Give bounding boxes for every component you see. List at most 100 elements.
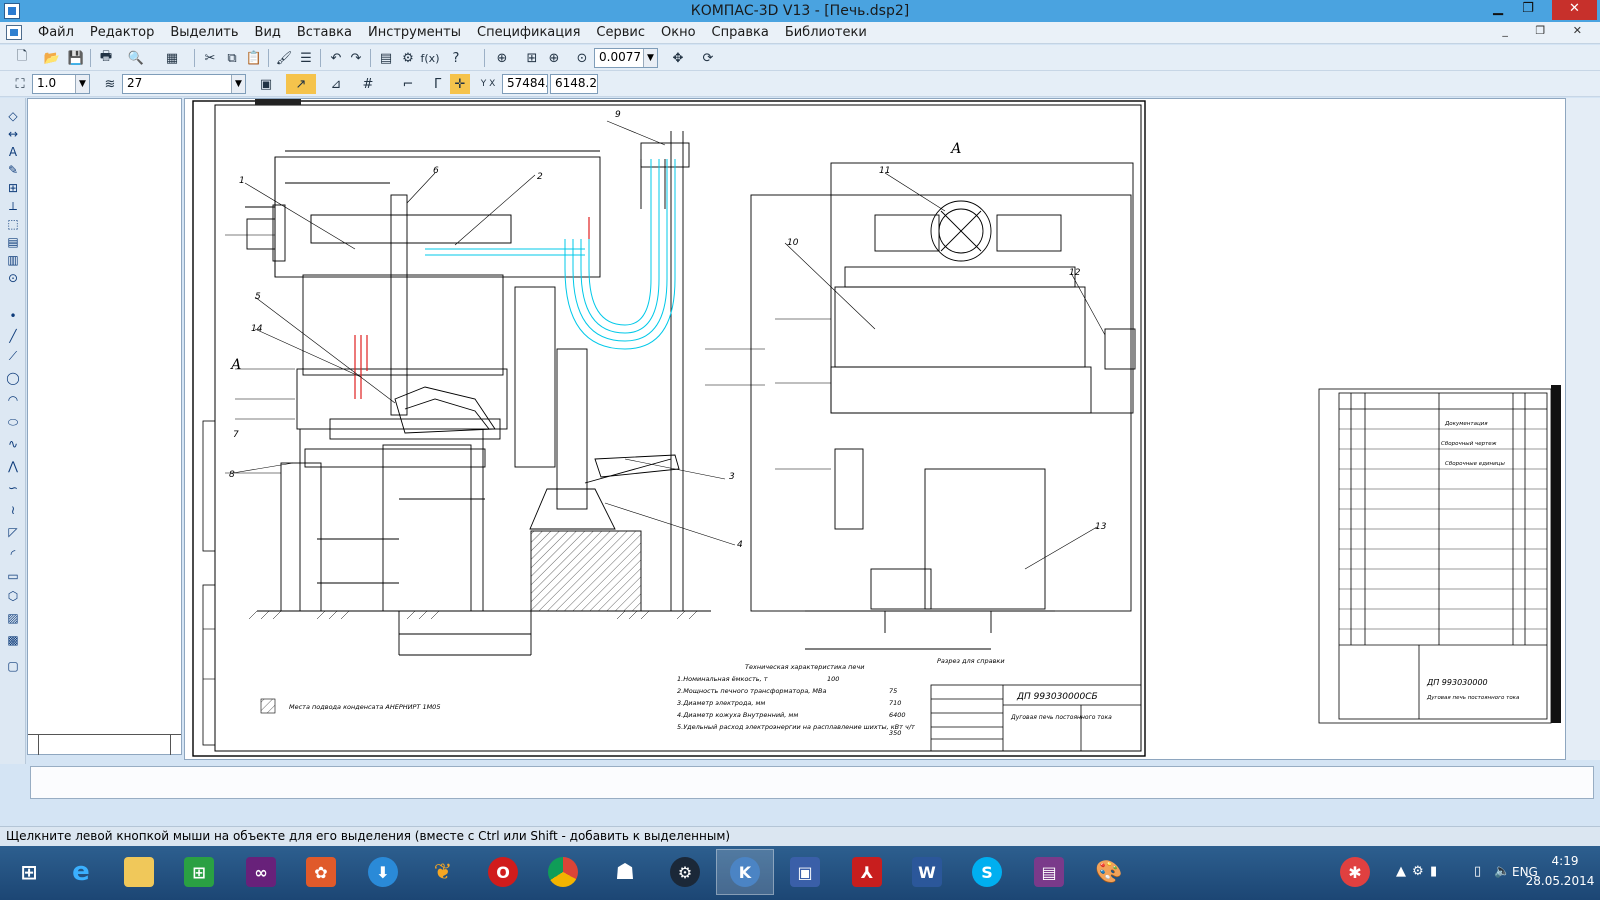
- select-icon[interactable]: ⬚: [5, 216, 21, 232]
- polygon-icon[interactable]: ⬡: [5, 588, 21, 604]
- menu-tools[interactable]: Инструменты: [360, 25, 469, 40]
- fx-button[interactable]: f(x): [418, 48, 442, 68]
- taskbar-paint-palette[interactable]: 🎨: [1080, 849, 1138, 895]
- zoom-combo[interactable]: 0.0077 ▼: [594, 48, 658, 68]
- view-icon[interactable]: ⊙: [5, 270, 21, 286]
- menu-editor[interactable]: Редактор: [82, 25, 162, 40]
- restore-button[interactable]: ❐: [1514, 0, 1542, 20]
- chevron-down-icon[interactable]: ▼: [643, 49, 657, 67]
- document-icon[interactable]: [6, 25, 22, 40]
- start-button[interactable]: ⊞: [0, 849, 58, 895]
- symbols-icon[interactable]: A: [5, 144, 21, 160]
- taskbar-word[interactable]: W: [898, 849, 956, 895]
- rectangle-icon[interactable]: ▭: [5, 568, 21, 584]
- right-scroll-area[interactable]: [1566, 98, 1600, 760]
- taskbar-winrar[interactable]: ▤: [1020, 849, 1078, 895]
- new-document-icon[interactable]: 🗋: [12, 48, 32, 68]
- nurbs-icon[interactable]: ∽: [5, 480, 21, 496]
- steam-tray-icon[interactable]: ⚙: [1412, 864, 1424, 879]
- close-button[interactable]: ✕: [1552, 0, 1597, 20]
- line-icon[interactable]: ╱: [5, 328, 21, 344]
- taskbar-alien-app[interactable]: ☗: [596, 849, 654, 895]
- volume-icon[interactable]: 🔈: [1494, 864, 1510, 879]
- cursor-snap-icon[interactable]: ✛: [450, 74, 470, 94]
- redo-icon[interactable]: ↷: [346, 48, 366, 68]
- local-cs-icon[interactable]: ⛶: [10, 74, 30, 94]
- spline-icon[interactable]: ∿: [5, 436, 21, 452]
- scale-combo[interactable]: 1.0 ▼: [32, 74, 90, 94]
- snap-icon[interactable]: ↗: [286, 74, 316, 94]
- contour-icon[interactable]: ▢: [5, 658, 21, 674]
- circle-icon[interactable]: ◯: [5, 370, 21, 386]
- drawing-canvas[interactable]: 1 2 3 4 5 6 7 8 9 10 11 12 13 14 А А Тех…: [184, 98, 1566, 760]
- ellipse-icon[interactable]: ⬭: [5, 414, 21, 430]
- coord-x-field[interactable]: 57484.7: [502, 74, 548, 94]
- measure-icon[interactable]: ⟂: [5, 198, 21, 214]
- network-icon[interactable]: ▮: [1430, 864, 1437, 879]
- property-bar[interactable]: [30, 766, 1594, 799]
- properties-icon[interactable]: ☰: [296, 48, 316, 68]
- menu-service[interactable]: Сервис: [588, 25, 653, 40]
- polyline-icon[interactable]: ⋀: [5, 458, 21, 474]
- zoom-fit-icon[interactable]: ⊕: [492, 48, 512, 68]
- minimize-button[interactable]: ▁: [1484, 0, 1512, 20]
- variables-icon[interactable]: ⚙: [398, 48, 418, 68]
- drawing-tree-pane[interactable]: [27, 98, 182, 755]
- point-icon[interactable]: •: [5, 308, 21, 324]
- menu-select[interactable]: Выделить: [162, 25, 246, 40]
- print-preview-icon[interactable]: 🔍: [126, 48, 146, 68]
- dimensions-icon[interactable]: ↔: [5, 126, 21, 142]
- battery-icon[interactable]: ▯: [1474, 864, 1481, 879]
- taskbar-chrome[interactable]: [534, 849, 592, 895]
- axes-icon[interactable]: ⌐: [398, 74, 418, 94]
- menu-libraries[interactable]: Библиотеки: [777, 25, 875, 40]
- coord-y-field[interactable]: 6148.2: [550, 74, 598, 94]
- bezier-icon[interactable]: ≀: [5, 502, 21, 518]
- taskbar-paint-app[interactable]: ✿: [292, 849, 350, 895]
- zoom-in-icon[interactable]: ⊕: [544, 48, 564, 68]
- refresh-view-icon[interactable]: ⟳: [698, 48, 718, 68]
- spec-icon[interactable]: ▤: [5, 234, 21, 250]
- chevron-down-icon[interactable]: ▼: [75, 75, 89, 93]
- cut-icon[interactable]: ✂: [200, 48, 220, 68]
- params-icon[interactable]: ⊞: [5, 180, 21, 196]
- format-brush-icon[interactable]: 🖌: [274, 48, 294, 68]
- taskbar-steam[interactable]: ⚙: [656, 849, 714, 895]
- taskbar-file-explorer[interactable]: [110, 849, 168, 895]
- taskbar-download-app[interactable]: ⬇: [354, 849, 412, 895]
- tray-app[interactable]: ✱: [1330, 849, 1380, 895]
- geometry-icon[interactable]: ◇: [5, 108, 21, 124]
- menu-window[interactable]: Окно: [653, 25, 704, 40]
- layer-props-icon[interactable]: ▣: [256, 74, 276, 94]
- copy-icon[interactable]: ⧉: [222, 48, 242, 68]
- clock-date[interactable]: 28.05.2014: [1525, 874, 1595, 888]
- taskbar-acrobat[interactable]: ⅄: [838, 849, 896, 895]
- layer-combo[interactable]: 27 ▼: [122, 74, 246, 94]
- taskbar-opera[interactable]: O: [474, 849, 532, 895]
- tree-icon[interactable]: ▤: [376, 48, 396, 68]
- menu-help[interactable]: Справка: [704, 25, 777, 40]
- taskbar-store[interactable]: ⊞: [170, 849, 228, 895]
- zoom-scale-icon[interactable]: ⊙: [572, 48, 592, 68]
- show-hidden-icons-icon[interactable]: ▲: [1396, 864, 1406, 879]
- edit-icon[interactable]: ✎: [5, 162, 21, 178]
- taskbar-floppy-app[interactable]: ▣: [776, 849, 834, 895]
- open-folder-icon[interactable]: 📂: [42, 48, 62, 68]
- paste-icon[interactable]: 📋: [244, 48, 264, 68]
- chevron-down-icon[interactable]: ▼: [231, 75, 245, 93]
- layer-icon[interactable]: ≋: [100, 74, 120, 94]
- round-icon[interactable]: Г: [428, 74, 448, 94]
- undo-icon[interactable]: ↶: [326, 48, 346, 68]
- manager-icon[interactable]: ▦: [162, 48, 182, 68]
- fillet-icon[interactable]: ◜: [5, 546, 21, 562]
- pan-icon[interactable]: ✥: [668, 48, 688, 68]
- arc-icon[interactable]: ◠: [5, 392, 21, 408]
- chamfer-icon[interactable]: ◸: [5, 524, 21, 540]
- taskbar-kompas[interactable]: K: [716, 849, 774, 895]
- menu-specification[interactable]: Спецификация: [469, 25, 588, 40]
- zoom-window-icon[interactable]: ⊞: [522, 48, 542, 68]
- hatch-icon[interactable]: ▨: [5, 610, 21, 626]
- segment-icon[interactable]: ⟋: [5, 348, 21, 364]
- menu-view[interactable]: Вид: [247, 25, 289, 40]
- taskbar-visual-studio[interactable]: ∞: [232, 849, 290, 895]
